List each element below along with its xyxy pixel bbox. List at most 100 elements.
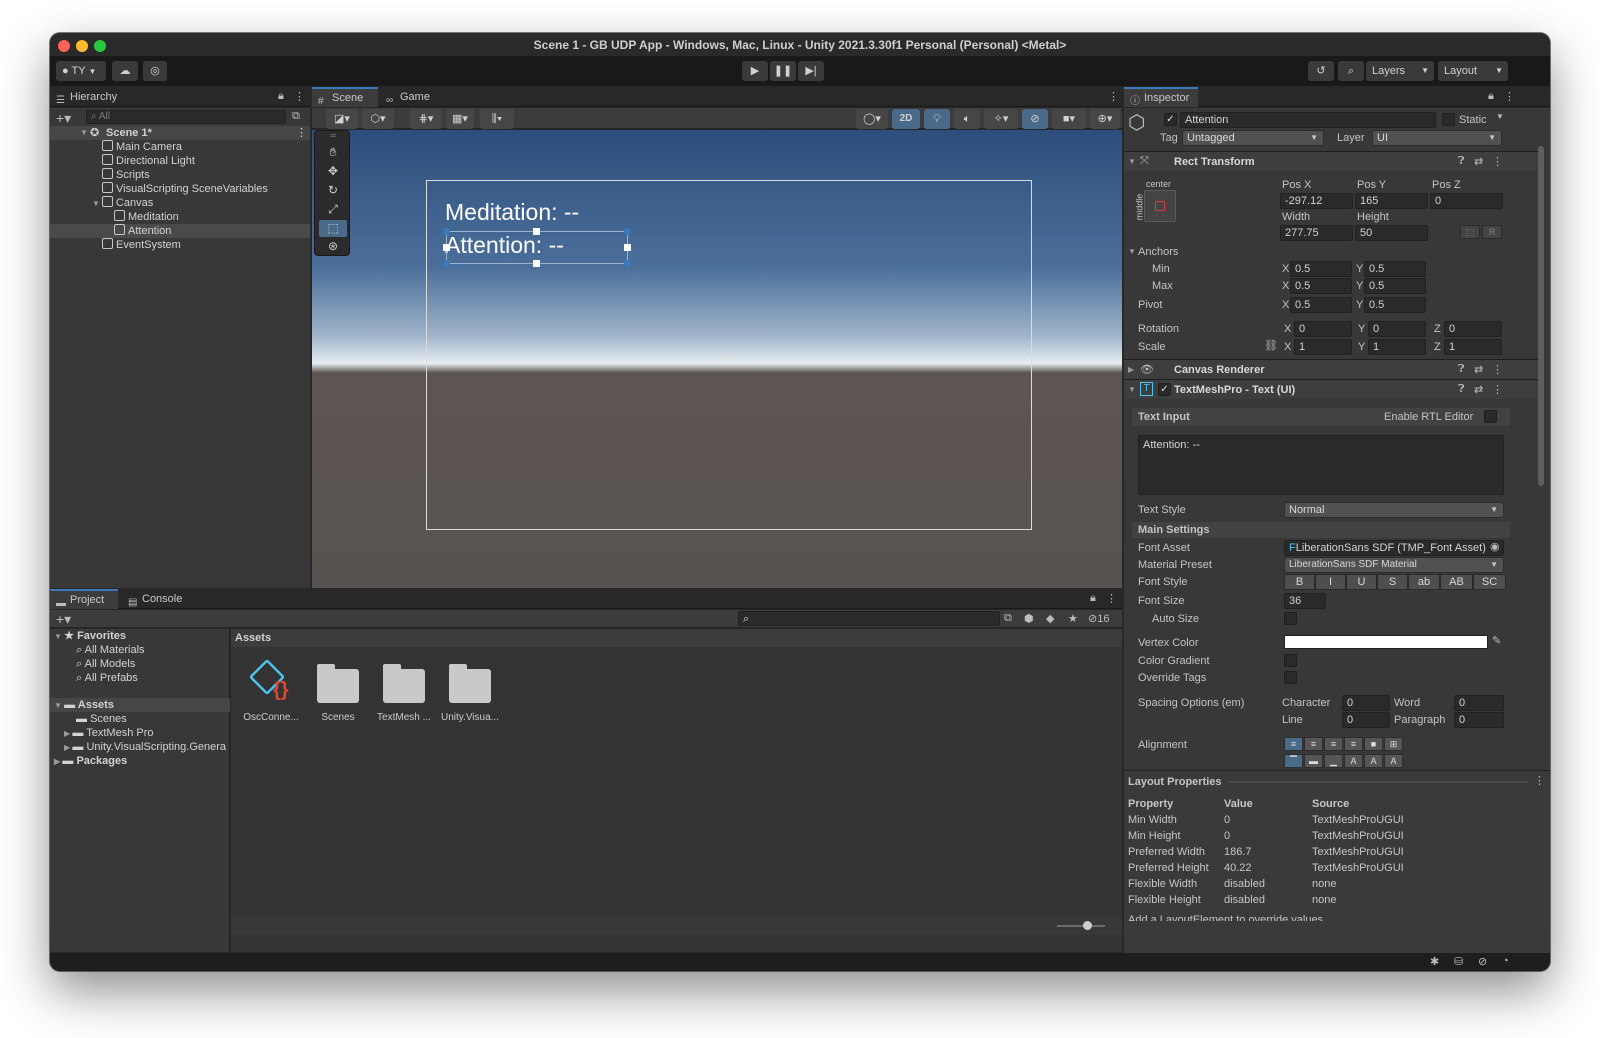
scale-y-field[interactable]: 1 (1368, 339, 1426, 355)
help-icon[interactable]: ❓︎ (1458, 155, 1465, 168)
move-tool[interactable]: ✥ (319, 163, 347, 180)
height-field[interactable]: 50 (1355, 225, 1428, 241)
rotate-tool[interactable]: ↻ (319, 182, 347, 199)
preset-icon[interactable]: ⇄ (1474, 383, 1483, 396)
rotation-x-field[interactable]: 0 (1294, 321, 1352, 337)
tag-dropdown[interactable]: Untagged ▼ (1182, 130, 1324, 146)
vertex-color-swatch[interactable] (1284, 635, 1488, 649)
width-field[interactable]: 277.75 (1280, 225, 1353, 241)
undo-history-button[interactable]: ↺ (1308, 61, 1334, 81)
scale-tool[interactable]: ⤢ (319, 201, 347, 218)
help-icon[interactable]: ❓︎ (1458, 383, 1465, 396)
align-justify-button[interactable]: ≡ (1344, 737, 1363, 751)
scale-x-field[interactable]: 1 (1294, 339, 1352, 355)
minimize-window-button[interactable] (76, 40, 88, 52)
scene-more-icon[interactable]: ⋮ (296, 126, 307, 140)
cache-server-icon[interactable]: ⛁ (1454, 955, 1463, 968)
resize-handle[interactable] (624, 228, 631, 235)
bold-button[interactable]: B (1284, 574, 1315, 590)
align-top-button[interactable]: ▔ (1284, 754, 1303, 768)
posx-field[interactable]: -297.12 (1280, 193, 1353, 209)
align-baseline-button[interactable]: A (1344, 754, 1363, 768)
anchor-preset-button[interactable] (1144, 190, 1176, 222)
cloud-button[interactable]: ☁ (112, 61, 138, 81)
preset-icon[interactable]: ⇄ (1474, 363, 1483, 376)
resize-handle[interactable] (624, 260, 631, 267)
uppercase-button[interactable]: AB (1440, 574, 1473, 590)
tab-game[interactable]: ∞ Game (380, 87, 440, 107)
hand-tool[interactable]: ✋︎ (319, 144, 347, 161)
folder-icon[interactable] (449, 664, 491, 703)
align-bottom-button[interactable]: ▁ (1324, 754, 1343, 768)
assets-row[interactable]: ▼ ▬ Assets (50, 698, 230, 712)
align-midline-button[interactable]: A (1364, 754, 1383, 768)
align-geometry-button[interactable]: ⊞ (1384, 737, 1403, 751)
more-options-icon[interactable]: ⋮ (1492, 363, 1503, 376)
zoom-slider-thumb[interactable] (1083, 921, 1092, 930)
add-icon[interactable]: +▾ (56, 110, 71, 127)
maximize-window-button[interactable] (94, 40, 106, 52)
help-icon[interactable]: ❓︎ (1458, 363, 1465, 376)
debug-icon[interactable]: ✱ (1430, 955, 1439, 968)
text-style-dropdown[interactable]: Normal ▼ (1284, 502, 1504, 518)
tmp-enabled-checkbox[interactable]: ✓ (1158, 383, 1171, 396)
anchor-min-y-field[interactable]: 0.5 (1364, 261, 1426, 277)
draw-mode-dropdown[interactable]: ◪▾ (326, 109, 358, 129)
more-options-icon[interactable]: ⋮ (1106, 592, 1117, 605)
step-button[interactable]: ▶| (798, 61, 824, 81)
render-mode-dropdown[interactable]: ⬡▾ (362, 109, 394, 129)
posz-field[interactable]: 0 (1430, 193, 1503, 209)
chevron-down-icon[interactable]: ▼ (1496, 112, 1504, 121)
hierarchy-item[interactable]: EventSystem (102, 238, 181, 252)
collab-button[interactable]: ◎ (143, 61, 167, 81)
add-icon[interactable]: +▾ (56, 611, 71, 628)
static-checkbox[interactable] (1442, 113, 1455, 126)
more-options-icon[interactable]: ⋮ (1504, 90, 1515, 103)
raw-edit-button[interactable]: R (1482, 225, 1502, 239)
lock-icon[interactable]: 🔒︎ (1090, 592, 1096, 605)
more-options-icon[interactable]: ⋮ (1492, 383, 1503, 396)
hierarchy-item[interactable]: Scripts (102, 168, 150, 182)
canvas-renderer-header[interactable]: ▶ 👁︎ Canvas Renderer ❓︎ ⇄ ⋮ (1124, 359, 1544, 379)
anchor-min-x-field[interactable]: 0.5 (1290, 261, 1352, 277)
grid-snap-dropdown[interactable]: ⋕▾ (410, 109, 442, 129)
hierarchy-item[interactable]: ▼ Canvas (92, 196, 153, 210)
lowercase-button[interactable]: ab (1408, 574, 1440, 590)
search-by-type-icon[interactable]: ⧉ (1004, 612, 1012, 625)
close-window-button[interactable] (58, 40, 70, 52)
gizmos-dropdown[interactable]: ⊕▾ (1090, 109, 1120, 129)
underline-button[interactable]: U (1346, 574, 1377, 590)
character-spacing-field[interactable]: 0 (1342, 695, 1390, 711)
lock-icon[interactable]: 🔒︎ (1488, 90, 1494, 103)
asset-folder[interactable]: ▶ ▬ Unity.VisualScripting.Genera (64, 740, 226, 754)
packages-row[interactable]: ▶ ▬ Packages (54, 754, 127, 768)
hierarchy-item[interactable]: Directional Light (102, 154, 195, 168)
tab-project[interactable]: ▬ Project (50, 589, 118, 609)
play-button[interactable]: ▶ (742, 61, 768, 81)
resize-handle[interactable] (443, 260, 450, 267)
audio-toggle[interactable]: 🔈︎ (954, 109, 980, 129)
anchor-max-y-field[interactable]: 0.5 (1364, 278, 1426, 294)
align-center-button[interactable]: ≡ (1304, 737, 1323, 751)
override-tags-checkbox[interactable] (1284, 671, 1297, 684)
rotation-y-field[interactable]: 0 (1368, 321, 1426, 337)
anchor-max-x-field[interactable]: 0.5 (1290, 278, 1352, 294)
tag-icon[interactable]: ◆ (1046, 612, 1054, 625)
layer-dropdown[interactable]: UI ▼ (1372, 130, 1502, 146)
asset-folder[interactable]: ▶ ▬ TextMesh Pro (64, 726, 153, 740)
drag-handle-icon[interactable]: ═ (319, 132, 347, 141)
hierarchy-search-input[interactable]: ⌕ All (86, 110, 286, 124)
align-right-button[interactable]: ≡ (1324, 737, 1343, 751)
font-size-field[interactable]: 36 (1284, 593, 1326, 609)
tab-console[interactable]: ▤ Console (122, 589, 192, 609)
meditation-text[interactable]: Meditation: -- (445, 199, 579, 226)
search-by-label-icon[interactable]: ⬢ (1024, 612, 1034, 625)
asset-folder[interactable]: ▬ Scenes (76, 712, 127, 726)
tab-hierarchy[interactable]: ☰ Hierarchy (50, 87, 130, 107)
account-dropdown[interactable]: ● TY ▼ (56, 61, 106, 81)
folder-icon[interactable] (383, 664, 425, 703)
font-asset-field[interactable]: FLiberationSans SDF (TMP_Font Asset) (1284, 540, 1504, 556)
layout-dropdown[interactable]: Layout ▼ (1438, 61, 1508, 81)
search-options-icon[interactable]: ⧉ (292, 110, 300, 123)
hidden-objects-toggle[interactable]: ⊘ (1022, 109, 1048, 129)
